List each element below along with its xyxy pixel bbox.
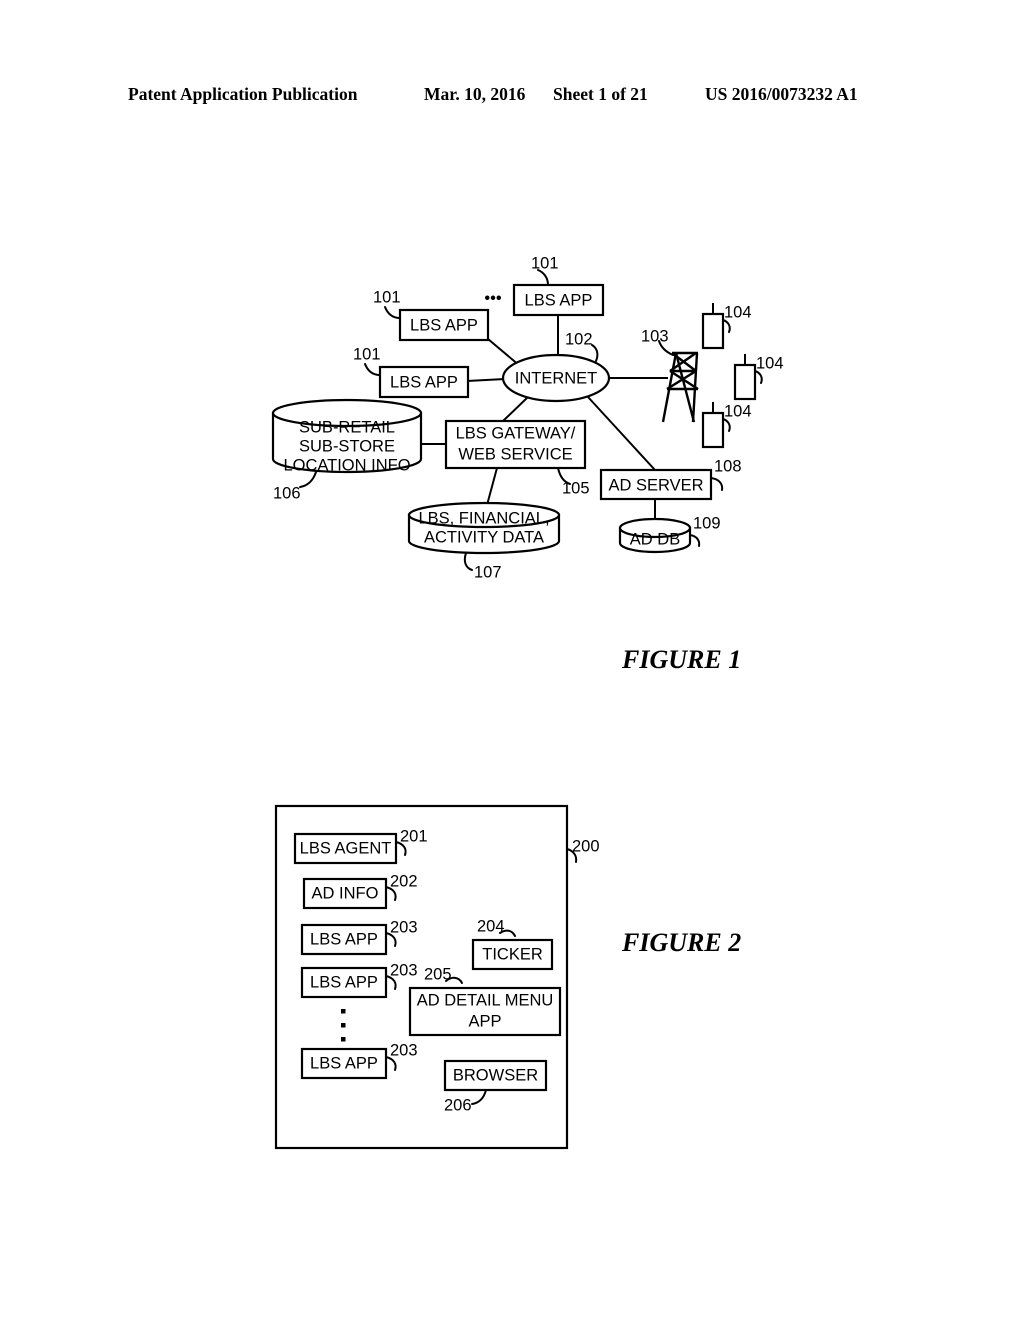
ref-200: 200 xyxy=(572,837,600,855)
leader-ref-206 xyxy=(471,1089,487,1105)
lbs-app-2-label: LBS APP xyxy=(310,973,378,991)
ref-202: 202 xyxy=(390,872,418,890)
vertical-ellipsis xyxy=(341,1009,346,1042)
ad-detail-menu-line-2: APP xyxy=(468,1012,501,1030)
node-lbs-agent: LBS AGENT xyxy=(293,832,398,865)
ticker-label: TICKER xyxy=(482,945,543,963)
ref-203-n: 203 xyxy=(390,1041,418,1059)
lbs-app-n-label: LBS APP xyxy=(310,1054,378,1072)
ref-205: 205 xyxy=(424,965,452,983)
figure-2-diagram: 200 LBS AGENT 201 AD INFO 202 LBS APP 20… xyxy=(274,804,600,1150)
ref-203-1: 203 xyxy=(390,918,418,936)
node-ad-detail-menu-app: AD DETAIL MENU APP xyxy=(408,986,562,1037)
node-lbs-app-1: LBS APP xyxy=(300,923,388,956)
node-lbs-app-2: LBS APP xyxy=(300,966,388,999)
ad-info-label: AD INFO xyxy=(312,884,379,902)
node-browser: BROWSER xyxy=(443,1059,548,1092)
node-ad-info: AD INFO xyxy=(302,877,388,910)
browser-label: BROWSER xyxy=(453,1066,538,1084)
figure-2-caption: FIGURE 2 xyxy=(622,928,742,957)
lbs-app-1-label: LBS APP xyxy=(310,930,378,948)
node-ticker: TICKER xyxy=(471,938,554,971)
node-lbs-app-n: LBS APP xyxy=(300,1047,388,1080)
lbs-agent-label: LBS AGENT xyxy=(300,839,392,857)
ad-detail-menu-line-1: AD DETAIL MENU xyxy=(417,991,554,1009)
ref-201: 201 xyxy=(400,827,428,845)
ref-203-2: 203 xyxy=(390,961,418,979)
ref-206: 206 xyxy=(444,1096,472,1114)
ref-204: 204 xyxy=(477,917,505,935)
